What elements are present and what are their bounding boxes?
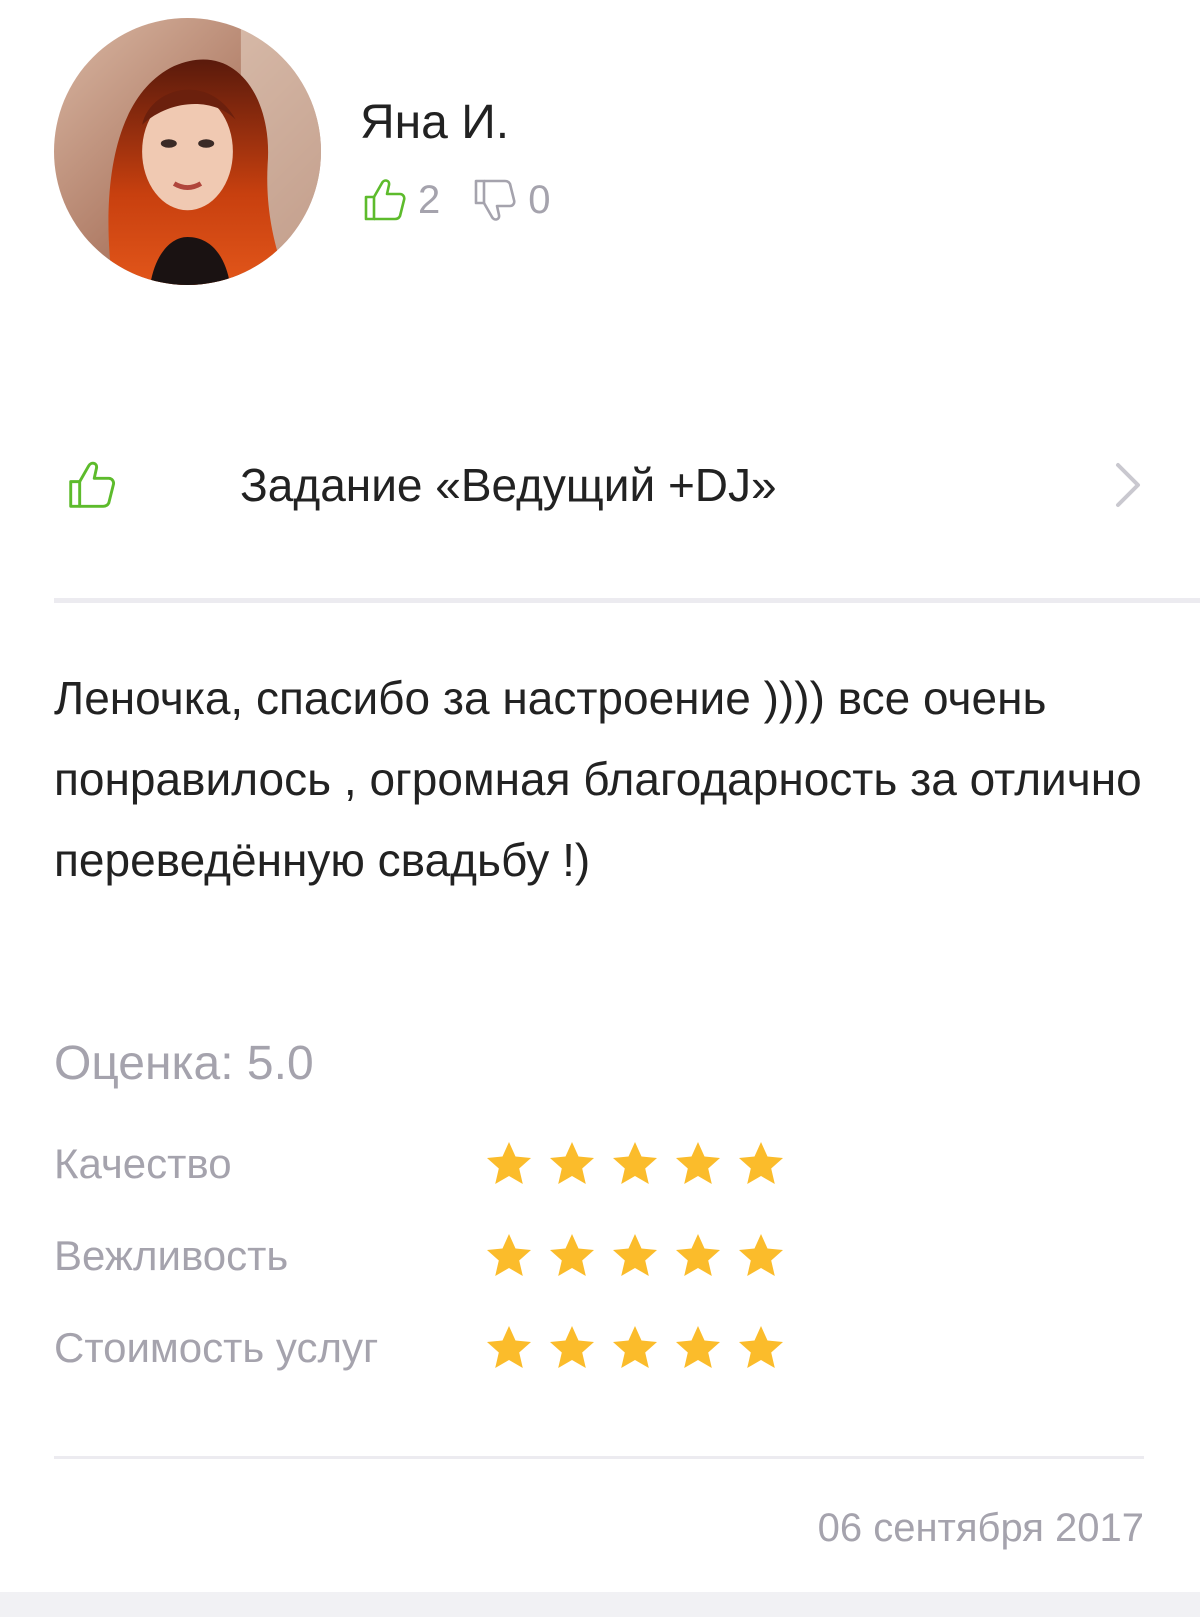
avatar-photo — [54, 18, 321, 285]
criterion-label: Качество — [54, 1140, 232, 1187]
rating-criteria: Качество Вежливость Стоимость услуг — [54, 1118, 854, 1394]
author-name: Яна И. — [360, 96, 510, 149]
task-link[interactable]: Задание «Ведущий +DJ» — [54, 430, 1148, 540]
star-icon — [547, 1139, 597, 1189]
thumbs-down-icon[interactable] — [470, 175, 520, 225]
dislike-count: 0 — [528, 178, 551, 222]
criterion-quality: Качество — [54, 1118, 854, 1210]
criterion-politeness: Вежливость — [54, 1210, 854, 1302]
dislike-vote[interactable]: 0 — [470, 175, 551, 225]
like-count: 2 — [418, 178, 441, 222]
star-icon — [484, 1323, 534, 1373]
thumbs-up-icon — [64, 457, 120, 513]
star-rating — [484, 1323, 799, 1373]
rating-total: Оценка: 5.0 — [54, 1037, 314, 1090]
star-rating — [484, 1231, 799, 1281]
thumbs-up-icon[interactable] — [360, 175, 410, 225]
star-icon — [736, 1323, 786, 1373]
star-icon — [547, 1323, 597, 1373]
chevron-right-icon — [1108, 457, 1148, 513]
bottom-separator — [0, 1592, 1200, 1617]
task-title: Задание «Ведущий +DJ» — [240, 459, 777, 511]
avatar[interactable] — [54, 18, 321, 285]
star-icon — [736, 1231, 786, 1281]
criterion-label: Вежливость — [54, 1232, 289, 1279]
review-text: Леночка, спасибо за настроение )))) все … — [54, 672, 1142, 886]
star-icon — [484, 1139, 534, 1189]
review-date: 06 сентября 2017 — [817, 1506, 1144, 1550]
star-icon — [673, 1231, 723, 1281]
star-icon — [610, 1231, 660, 1281]
star-icon — [484, 1231, 534, 1281]
star-icon — [673, 1139, 723, 1189]
criterion-price: Стоимость услуг — [54, 1302, 854, 1394]
star-icon — [610, 1323, 660, 1373]
divider — [54, 598, 1200, 603]
star-icon — [673, 1323, 723, 1373]
vote-counters: 2 0 — [360, 168, 581, 232]
star-icon — [547, 1231, 597, 1281]
divider — [54, 1456, 1144, 1459]
star-icon — [736, 1139, 786, 1189]
star-rating — [484, 1139, 799, 1189]
criterion-label: Стоимость услуг — [54, 1324, 379, 1371]
star-icon — [610, 1139, 660, 1189]
review-card: Яна И. 2 0 Задание «Ведущий +DJ» Леночка… — [0, 0, 1200, 1617]
like-vote[interactable]: 2 — [360, 175, 440, 225]
